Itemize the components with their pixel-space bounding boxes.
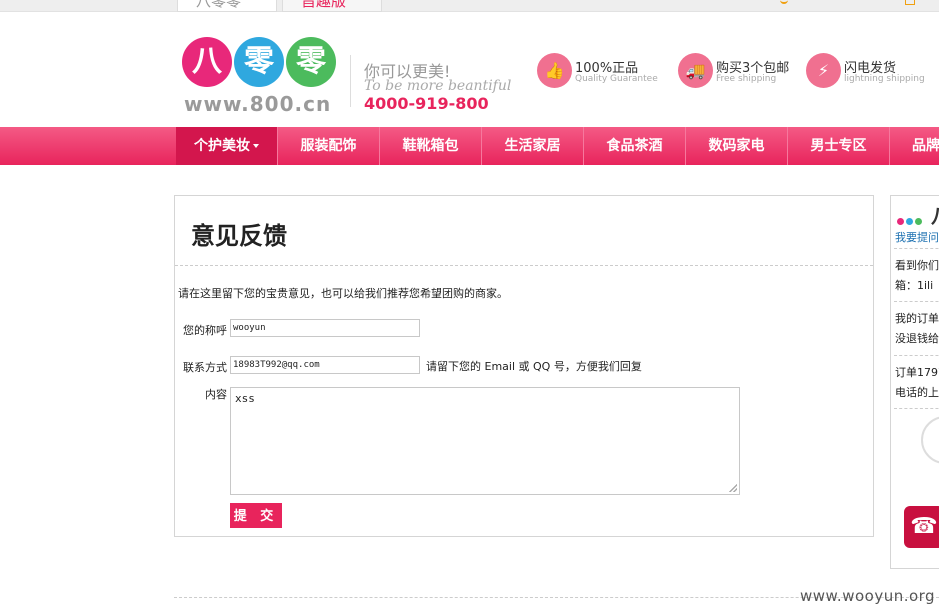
feature-subtitle: Quality Guarantee: [575, 74, 658, 84]
qa-entry-line: 电话的上: [895, 386, 939, 399]
divider: [894, 408, 939, 409]
qa-entry-line: 订单1797: [895, 366, 939, 379]
dots-icon: [897, 210, 924, 229]
content-textarea[interactable]: xss: [230, 387, 740, 495]
content-value: xss: [235, 392, 255, 405]
divider: [894, 301, 939, 302]
content-label: 内容: [205, 388, 227, 401]
nav-item-home[interactable]: 生活家居: [482, 127, 584, 165]
logo-char-1: 八: [182, 37, 232, 87]
logo-char-3: 零: [286, 37, 336, 87]
tab-site-alt[interactable]: 旨趣版: [282, 0, 382, 12]
name-input[interactable]: [230, 319, 420, 337]
nav-item-food[interactable]: 食品茶酒: [584, 127, 686, 165]
dot-pink: [897, 218, 904, 225]
logo-char-2: 零: [234, 37, 284, 87]
header-divider: [350, 55, 351, 107]
nav-item-men[interactable]: 男士专区: [788, 127, 890, 165]
feedback-panel: 意见反馈 请在这里留下您的宝贵意见，也可以给我们推荐您希望团购的商家。 您的称呼…: [174, 195, 874, 537]
ask-question-link[interactable]: 我要提问: [895, 229, 939, 245]
qa-entry-line: 我的订单: [895, 312, 939, 325]
watermark: www.wooyun.org: [800, 587, 936, 605]
name-label: 您的称呼: [183, 324, 227, 337]
qa-entry-line: 看到你们: [895, 259, 939, 272]
qa-entry-line: 箱：1ili: [895, 279, 934, 292]
feature-subtitle: Free shipping: [716, 74, 777, 84]
qa-entry-line: 没退钱给: [895, 332, 939, 345]
thumbs-up-icon: 👍: [537, 53, 572, 88]
intro-text: 请在这里留下您的宝贵意见，也可以给我们推荐您希望团购的商家。: [178, 287, 508, 300]
dot-blue: [906, 218, 913, 225]
user-icon[interactable]: [780, 0, 788, 4]
divider: [894, 248, 939, 249]
contact-label: 联系方式: [183, 361, 227, 374]
logo-url: www.800.cn: [184, 92, 332, 116]
nav-item-apparel[interactable]: 服装配饰: [278, 127, 380, 165]
nav-item-shoes-bags[interactable]: 鞋靴箱包: [380, 127, 482, 165]
right-sidebar: 八 我要提问 看到你们 箱：1ili 我的订单 没退钱给 订单1797 电话的上…: [890, 195, 939, 569]
divider: [175, 265, 873, 266]
tab-site-main[interactable]: 八零零: [177, 0, 277, 12]
site-logo[interactable]: 八 零 零 www.800.cn: [182, 37, 342, 117]
avatar[interactable]: [921, 416, 939, 464]
feature-shipping: 🚚 购买3个包邮 Free shipping: [678, 52, 803, 92]
lightning-icon: ⚡: [806, 53, 841, 88]
resize-handle-icon[interactable]: [729, 484, 737, 492]
nav-item-digital[interactable]: 数码家电: [686, 127, 788, 165]
truck-icon: 🚚: [678, 53, 713, 88]
top-strip: 八零零 旨趣版: [0, 0, 939, 12]
divider: [894, 355, 939, 356]
feature-subtitle: lightning shipping: [844, 74, 925, 84]
feature-lightning: ⚡ 闪电发货 lightning shipping: [806, 52, 939, 92]
main-nav: 个护美妆 服装配饰 鞋靴箱包 生活家居 食品茶酒 数码家电 男士专区 品牌: [0, 127, 939, 165]
contact-hint: 请留下您的 Email 或 QQ 号，方便我们回复: [426, 360, 642, 373]
phone-icon[interactable]: ☎: [904, 506, 939, 548]
sidebar-heading: 八: [931, 200, 939, 229]
hotline-number: 4000-919-800: [364, 94, 489, 113]
nav-item-brand[interactable]: 品牌: [890, 127, 939, 165]
chevron-down-icon: [253, 144, 259, 148]
feature-quality: 👍 100%正品 Quality Guarantee: [537, 52, 667, 92]
dot-green: [915, 218, 922, 225]
page-title: 意见反馈: [191, 222, 287, 250]
nav-item-label: 个护美妆: [194, 138, 250, 154]
submit-button[interactable]: 提 交: [230, 503, 282, 528]
cart-icon[interactable]: [905, 0, 915, 5]
nav-item-beauty[interactable]: 个护美妆: [176, 127, 278, 165]
contact-input[interactable]: [230, 356, 420, 374]
slogan-english: To be more beantiful: [364, 78, 512, 94]
